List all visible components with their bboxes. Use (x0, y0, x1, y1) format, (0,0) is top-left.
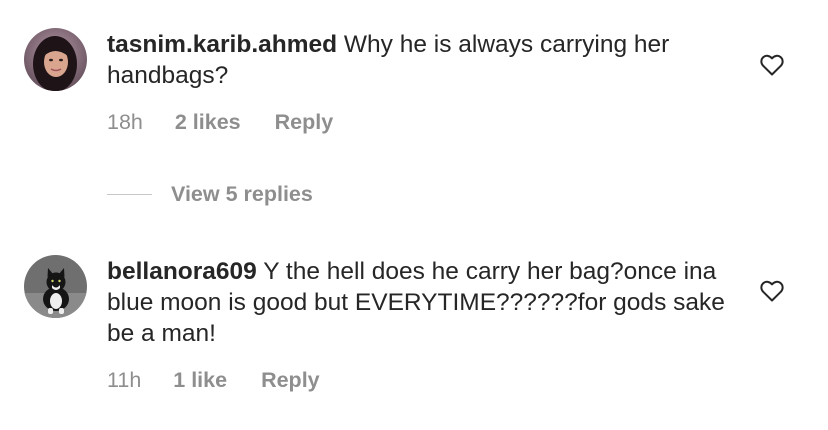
view-replies-divider (107, 194, 152, 195)
comment-likes[interactable]: 1 like (173, 368, 227, 393)
comment-likes[interactable]: 2 likes (175, 110, 241, 135)
heart-icon[interactable] (760, 54, 784, 76)
view-replies-button[interactable]: View 5 replies (107, 182, 313, 207)
cat-avatar-icon (24, 255, 87, 318)
comment-time: 18h (107, 110, 143, 134)
comment-text: tasnim.karib.ahmed Why he is always carr… (107, 29, 747, 91)
comment-meta: 11h 1 like Reply (107, 368, 320, 393)
view-replies-label: View 5 replies (171, 182, 313, 206)
comment-time: 11h (107, 368, 142, 392)
comment-username[interactable]: bellanora609 (107, 258, 257, 285)
avatar[interactable] (24, 255, 87, 318)
comment-text: bellanora609 Y the hell does he carry he… (107, 256, 747, 349)
user-avatar-icon (24, 28, 87, 91)
comment-meta: 18h 2 likes Reply (107, 110, 333, 135)
reply-button[interactable]: Reply (261, 368, 320, 393)
reply-button[interactable]: Reply (275, 110, 334, 135)
heart-icon[interactable] (760, 280, 784, 302)
avatar[interactable] (24, 28, 87, 91)
comment-username[interactable]: tasnim.karib.ahmed (107, 31, 337, 58)
